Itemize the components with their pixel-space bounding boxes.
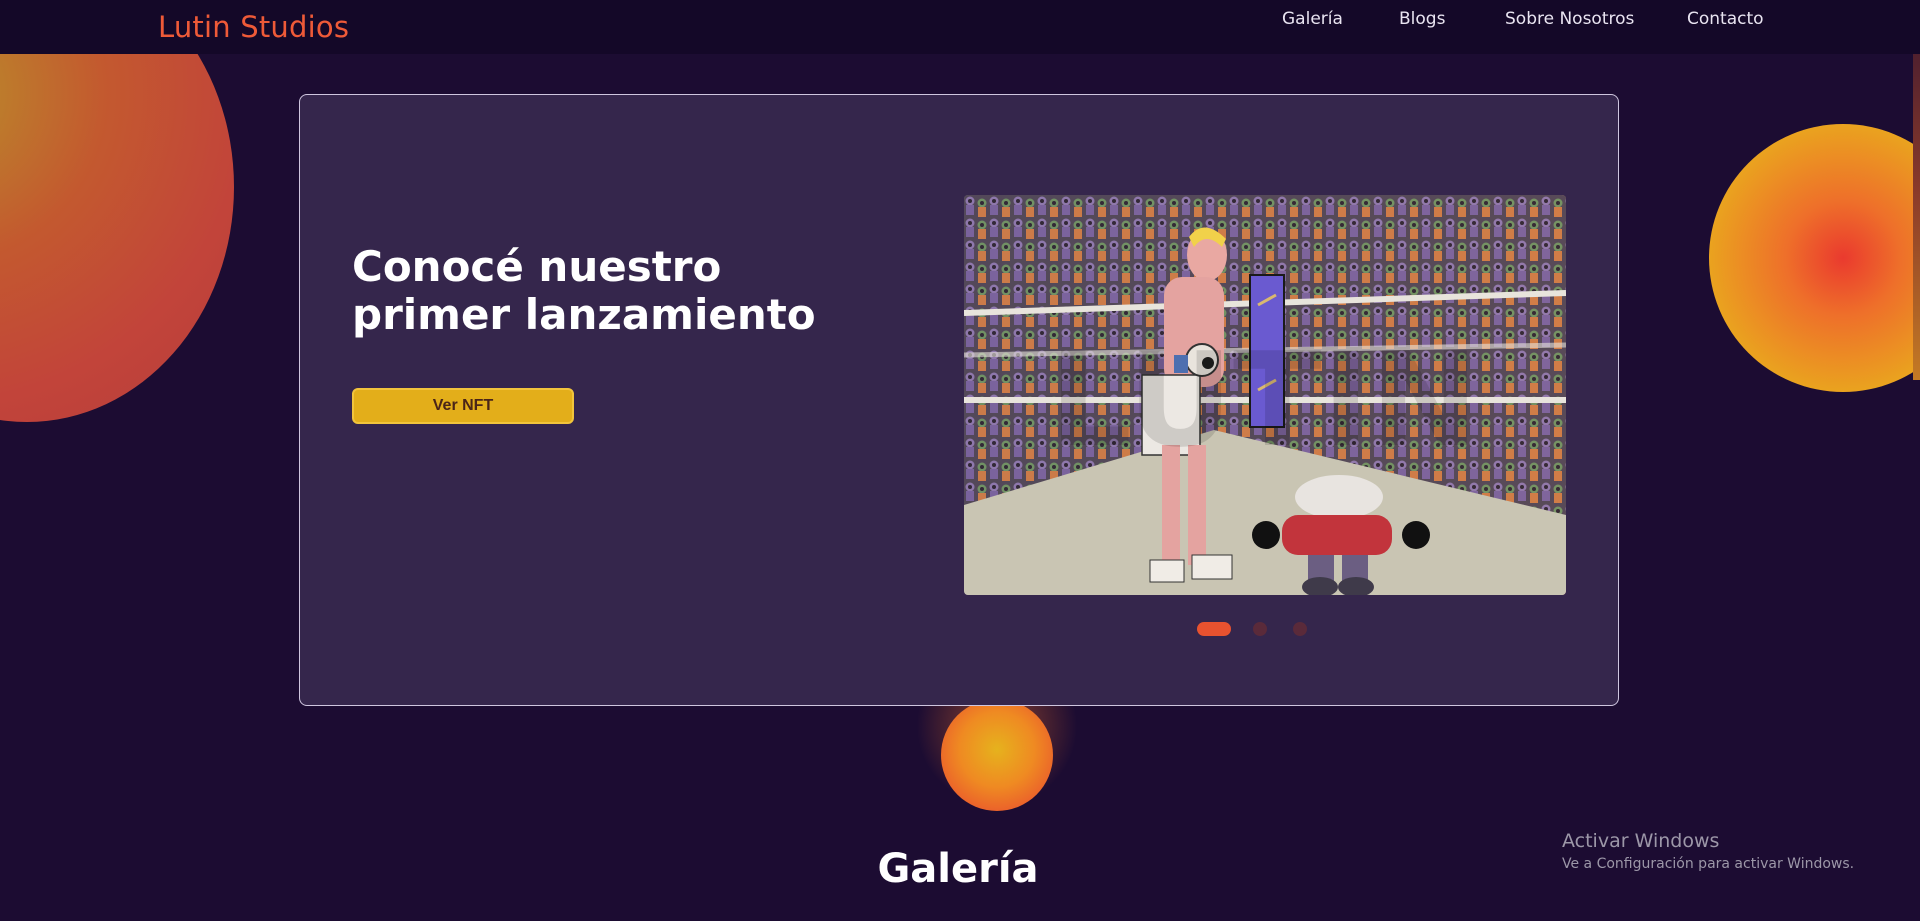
nav-link-blogs[interactable]: Blogs — [1399, 9, 1445, 29]
nft-slide-image[interactable]: LUTIN — [964, 195, 1566, 595]
hero-title: Conocé nuestro primer lanzamiento — [352, 242, 816, 339]
nav-link-galeria[interactable]: Galería — [1282, 9, 1343, 29]
scrollbar-track[interactable] — [1913, 0, 1920, 380]
decorative-yellow-circle-right — [1709, 124, 1920, 392]
ver-nft-button[interactable]: Ver NFT — [352, 388, 574, 424]
nav-link-sobre-nosotros[interactable]: Sobre Nosotros — [1505, 9, 1634, 29]
watermark-title: Activar Windows — [1562, 830, 1720, 852]
watermark-subtitle: Ve a Configuración para activar Windows. — [1562, 856, 1855, 872]
boxing-illustration-icon: LUTIN — [964, 195, 1566, 595]
hero-carousel-card: Conocé nuestro primer lanzamiento Ver NF… — [299, 94, 1619, 706]
carousel-dot-2[interactable] — [1253, 622, 1267, 636]
brand-logo[interactable]: Lutin Studios — [158, 10, 349, 44]
carousel-dot-1[interactable] — [1197, 622, 1231, 636]
nav-link-contacto[interactable]: Contacto — [1687, 9, 1764, 29]
carousel-dot-3[interactable] — [1293, 622, 1307, 636]
windows-activation-watermark: Activar Windows Ve a Configuración para … — [1562, 830, 1854, 872]
carousel-indicators — [300, 622, 1618, 642]
svg-text:LUTIN: LUTIN — [1049, 324, 1479, 476]
decorative-orange-circle-bottom — [941, 699, 1053, 811]
page: Lutin Studios Galería Blogs Sobre Nosotr… — [0, 0, 1920, 921]
decorative-orange-circle-left — [0, 0, 234, 422]
navbar: Lutin Studios Galería Blogs Sobre Nosotr… — [0, 0, 1920, 54]
